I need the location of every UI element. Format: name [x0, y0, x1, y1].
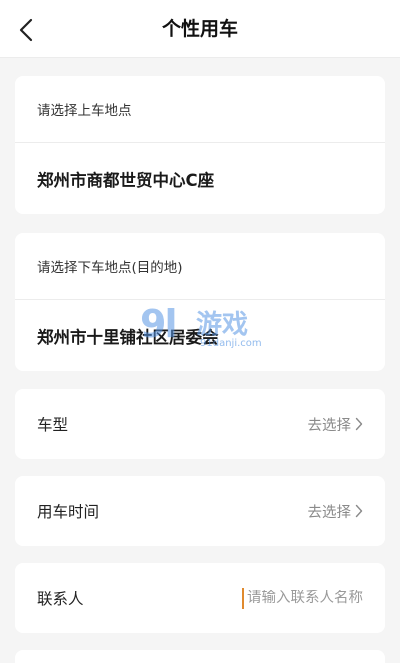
ride-time-label: 用车时间	[37, 503, 100, 521]
chevron-right-icon	[355, 504, 363, 518]
pickup-hint: 请选择上车地点	[37, 103, 132, 119]
ride-time-row[interactable]: 用车时间 去选择	[15, 476, 385, 546]
pickup-location-value[interactable]: 郑州市商都世贸中心C座	[37, 143, 363, 214]
contact-row[interactable]: 联系人	[15, 563, 385, 633]
page-title: 个性用车	[161, 18, 238, 40]
dropoff-hint: 请选择下车地点(目的地)	[37, 260, 183, 276]
text-caret	[242, 588, 244, 609]
car-type-selector[interactable]: 去选择	[308, 414, 364, 435]
contact-label: 联系人	[37, 590, 84, 608]
pickup-location-card[interactable]: 请选择上车地点 郑州市商都世贸中心C座	[15, 76, 385, 214]
dropoff-location-card[interactable]: 请选择下车地点(目的地) 郑州市十里铺社区居委会	[15, 233, 385, 371]
car-type-row[interactable]: 车型 去选择	[15, 389, 385, 459]
contact-name-input[interactable]	[223, 590, 363, 606]
app-screen: 个性用车 请选择上车地点 郑州市商都世贸中心C座 请选择下车地点(目的地) 郑州…	[0, 0, 400, 663]
next-card-partial	[15, 650, 385, 663]
ride-time-value: 去选择	[307, 504, 352, 521]
car-type-label: 车型	[37, 416, 69, 434]
dropoff-location-value[interactable]: 郑州市十里铺社区居委会	[37, 300, 363, 371]
chevron-right-icon	[355, 417, 363, 431]
ride-time-selector[interactable]: 去选择	[308, 501, 364, 522]
car-type-value: 去选择	[307, 417, 352, 434]
top-bar: 个性用车	[0, 0, 400, 58]
